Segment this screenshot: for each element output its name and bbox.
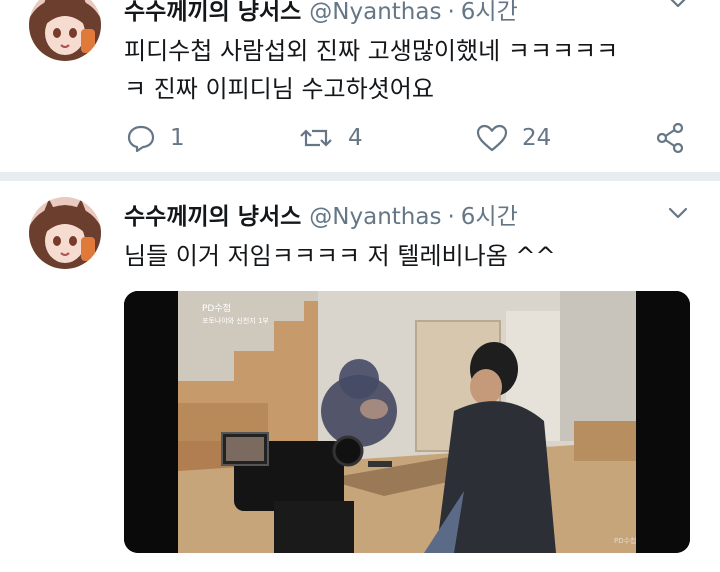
heart-icon [476,124,508,152]
tweet-text-line: ㅋ 진짜 이피디님 수고하셧어요 [124,75,434,103]
chevron-down-icon[interactable] [666,0,690,14]
retweet-icon [300,129,332,147]
like-button[interactable]: 24 [476,118,551,158]
separator-dot: · [447,0,455,25]
video-logo-text: PD수첩 [202,303,231,314]
avatar[interactable] [29,0,101,61]
tweet-header: 수수께끼의 냥서스 @Nyanthas · 6시간 [124,0,518,26]
video-watermark-text: PD수첩 [614,537,637,545]
reply-count: 1 [170,125,185,151]
avatar[interactable] [29,197,101,269]
author-name[interactable]: 수수께끼의 냥서스 [124,197,301,231]
video-caption-text: 포토나야와 신천지 1부 [202,316,269,325]
reply-icon [127,125,155,153]
share-icon [656,122,684,154]
tweet-text: 피디수첩 사람섭외 진짜 고생많이했네 ㅋㅋㅋㅋㅋ ㅋ 진짜 이피디님 수고하셧… [124,32,618,108]
author-handle[interactable]: @Nyanthas [309,204,441,230]
tweet[interactable]: 수수께끼의 냥서스 @Nyanthas · 6시간 님들 이거 저임ㅋㅋㅋㅋ 저… [0,181,720,572]
chevron-down-icon[interactable] [666,201,690,225]
tweet-header: 수수께끼의 냥서스 @Nyanthas · 6시간 [124,197,518,231]
tweet-text-line: 피디수첩 사람섭외 진짜 고생많이했네 ㅋㅋㅋㅋㅋ [124,37,619,65]
timestamp[interactable]: 6시간 [461,197,518,231]
retweet-button[interactable]: 4 [298,118,363,158]
retweet-count: 4 [348,125,363,151]
author-name[interactable]: 수수께끼의 냥서스 [124,0,301,26]
separator-dot: · [447,204,455,230]
video-player[interactable]: PD수첩 포토나야와 신천지 1부 PD수첩 [124,291,690,553]
tweet-actions: 1 4 24 [124,118,694,158]
video-frame: PD수첩 포토나야와 신천지 1부 PD수첩 [124,291,690,553]
like-count: 24 [522,125,552,151]
timestamp[interactable]: 6시간 [461,0,518,26]
reply-button[interactable]: 1 [126,118,185,158]
tweet[interactable]: 수수께끼의 냥서스 @Nyanthas · 6시간 피디수첩 사람섭외 진짜 고… [0,0,720,172]
share-button[interactable] [654,118,686,158]
author-handle[interactable]: @Nyanthas [309,0,441,25]
tweet-text: 님들 이거 저임ㅋㅋㅋㅋ 저 텔레비나옴 ^^ [124,237,556,275]
tweet-text-line: 님들 이거 저임ㅋㅋㅋㅋ 저 텔레비나옴 ^^ [124,242,556,270]
tweet-divider [0,172,720,181]
